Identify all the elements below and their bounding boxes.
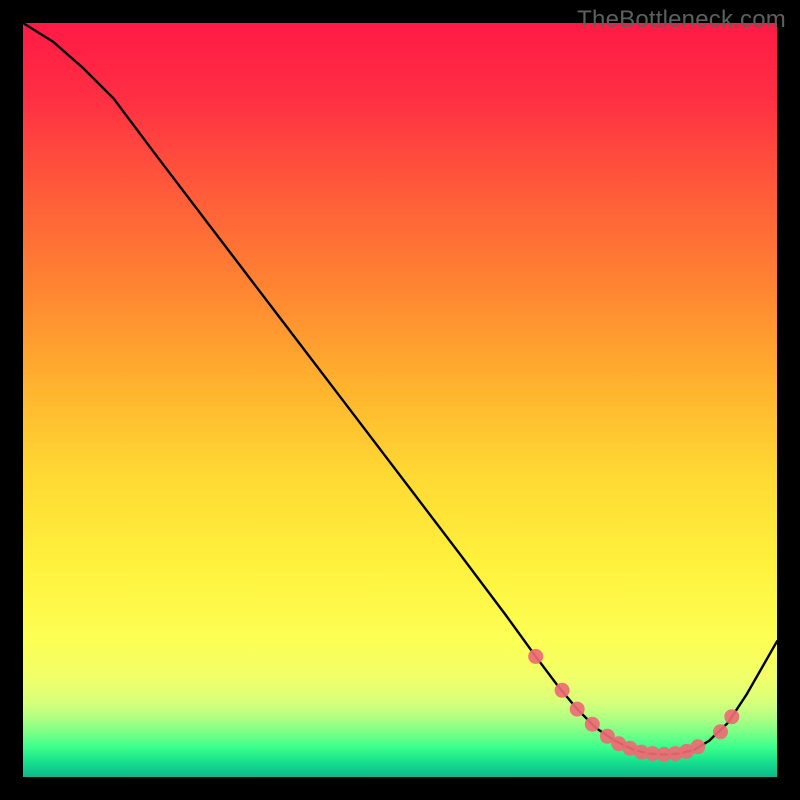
curve-path: [23, 23, 777, 754]
line-layer: [23, 23, 777, 777]
data-marker: [528, 649, 543, 664]
chart-frame: TheBottleneck.com: [0, 0, 800, 800]
data-marker: [585, 717, 600, 732]
data-marker: [713, 724, 728, 739]
watermark-text: TheBottleneck.com: [577, 6, 786, 34]
data-marker: [690, 739, 705, 754]
marker-group: [528, 649, 739, 762]
data-marker: [555, 683, 570, 698]
plot-area: [23, 23, 777, 777]
data-marker: [724, 709, 739, 724]
data-marker: [570, 702, 585, 717]
